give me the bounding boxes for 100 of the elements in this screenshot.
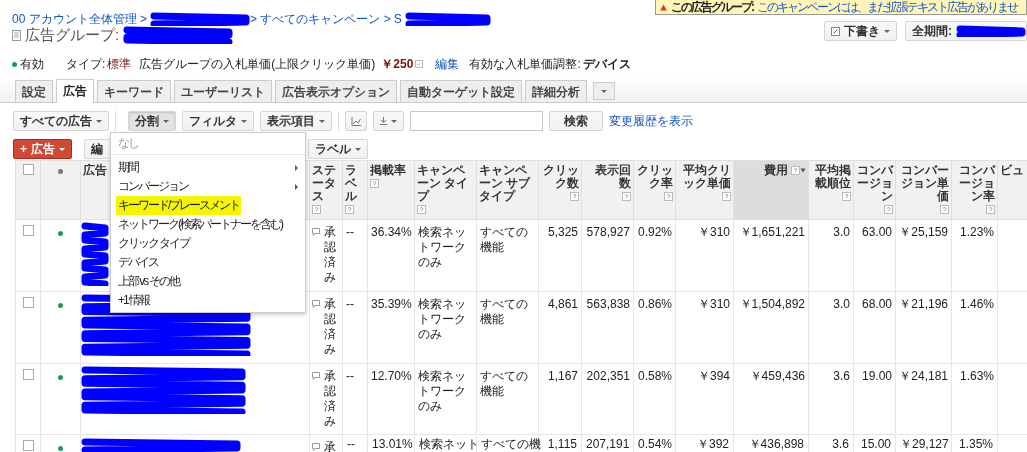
menu-item[interactable]: クリック タイプ: [111, 234, 305, 253]
breadcrumb-link[interactable]: 00 アカウント全体管理 >: [12, 12, 148, 26]
tab[interactable]: 自動ターゲット設定: [400, 80, 522, 102]
column-header[interactable]: 費用: [763, 164, 788, 177]
tab[interactable]: ユーザーリスト: [174, 80, 272, 102]
table-cell: ￥24,181: [899, 369, 948, 383]
select-all-checkbox[interactable]: [22, 164, 34, 175]
table-cell: ￥392: [696, 437, 729, 451]
menu-item[interactable]: 上部 vs その他: [111, 272, 305, 291]
table-cell: すべての機能: [480, 369, 528, 398]
add-ad-button[interactable]: + 広告: [13, 139, 72, 159]
edit-link[interactable]: 編集: [435, 57, 460, 71]
table-cell: 5,325: [547, 225, 578, 239]
dropdown-button[interactable]: すべての広告: [13, 111, 109, 131]
menu-item[interactable]: コンバージョン: [111, 177, 305, 196]
menu-item[interactable]: 期間: [111, 158, 305, 177]
draft-button[interactable]: 下書き: [824, 21, 897, 41]
row-checkbox[interactable]: [22, 225, 34, 236]
table-cell: ￥21,196: [899, 297, 948, 311]
tab[interactable]: 詳細分析: [525, 80, 587, 102]
dropdown-button[interactable]: 表示項目: [260, 111, 332, 131]
status-text: 承: [324, 440, 336, 452]
comment-icon: [312, 443, 320, 451]
dropdown-button[interactable]: フィルタ: [182, 111, 254, 131]
page-title: 広告グループ:: [25, 26, 120, 44]
table-cell: ￥310: [697, 297, 730, 311]
status-text: 承認済み: [324, 225, 337, 285]
table-cell: 1.63%: [959, 369, 994, 383]
row-checkbox[interactable]: [22, 369, 34, 380]
column-header[interactable]: 広告: [83, 164, 107, 176]
type-label: タイプ:: [66, 57, 106, 71]
tab[interactable]: 設定: [15, 80, 53, 102]
submenu-arrow-icon: [295, 164, 298, 171]
table-cell: 13.01%: [372, 437, 413, 451]
tab[interactable]: キーワード: [97, 80, 171, 102]
table-cell: 1.35%: [958, 437, 993, 451]
search-field[interactable]: [410, 111, 543, 131]
help-icon: [417, 205, 426, 215]
table-cell: 3.0: [833, 225, 850, 239]
breadcrumb-link[interactable]: S: [393, 12, 402, 26]
help-icon: [722, 192, 731, 202]
table-cell: 563,838: [586, 297, 630, 311]
table-cell: ￥310: [697, 225, 730, 239]
table-cell: ￥25,159: [899, 225, 948, 239]
comment-icon: [312, 228, 320, 236]
menu-item[interactable]: ネットワーク(検索パートナーを含む): [111, 215, 305, 234]
help-icon: [370, 179, 379, 189]
table-cell: すべての機能: [480, 225, 528, 254]
table-cell: すべての機能: [480, 297, 528, 326]
row-checkbox[interactable]: [22, 440, 34, 451]
table-cell: ￥459,436: [749, 369, 805, 383]
label-button[interactable]: ラベル: [308, 139, 368, 159]
comment-icon: [312, 372, 320, 380]
more-tabs-button[interactable]: [593, 82, 615, 100]
help-icon: [884, 205, 893, 215]
table-cell: --: [346, 369, 354, 383]
table-cell: 202,351: [586, 369, 630, 383]
table-cell: 578,927: [586, 225, 630, 239]
edit-icon: [831, 26, 840, 36]
menu-item[interactable]: デバイス: [111, 253, 305, 272]
notice-text: このキャンペーンには、まだ拡張テキスト広告がありませ: [757, 0, 1017, 14]
chart-button[interactable]: [345, 111, 367, 131]
help-icon: [312, 205, 321, 215]
adjust-label: 有効な入札単価調整:: [469, 57, 581, 71]
table-cell: --: [347, 437, 355, 451]
table-cell: 207,191: [586, 437, 630, 451]
table-cell: --: [346, 225, 354, 239]
bid-value: ￥250: [381, 57, 414, 71]
table-cell: 0.92%: [637, 225, 672, 239]
column-header[interactable]: ビュ: [1000, 164, 1024, 177]
tab[interactable]: 広告: [56, 79, 94, 103]
type-value: 標準: [107, 57, 132, 71]
table-cell: 検索ネット: [419, 437, 479, 451]
column-header[interactable]: 掲載率: [370, 164, 406, 177]
bid-label: 広告グループの入札単価(上限クリック単価): [139, 57, 376, 71]
status-text: 承認済み: [324, 369, 337, 429]
table-cell: 63.00: [861, 225, 892, 239]
help-icon: [622, 192, 631, 202]
help-icon: [345, 205, 354, 215]
search-button[interactable]: 検索: [549, 111, 603, 131]
table-cell: 35.39%: [371, 297, 412, 311]
chart-icon: [351, 116, 361, 126]
history-link[interactable]: 変更履歴を表示: [609, 114, 693, 128]
notice-title: この広告グループ:: [671, 0, 753, 14]
table-cell: 15.00: [860, 437, 891, 451]
table-cell: 19.00: [861, 369, 892, 383]
date-range-button[interactable]: 全期間:: [905, 21, 1027, 41]
tab[interactable]: 広告表示オプション: [275, 80, 397, 102]
table-cell: 3.6: [833, 369, 850, 383]
table-cell: 0.58%: [637, 369, 672, 383]
table-cell: ￥29,127: [900, 437, 949, 451]
adjust-value: デバイス: [582, 57, 631, 71]
download-button[interactable]: [373, 111, 404, 131]
help-icon: [791, 166, 800, 176]
breadcrumb-link[interactable]: > すべてのキャンペーン >: [250, 12, 391, 26]
dropdown-button[interactable]: 分割: [128, 111, 176, 131]
redaction-mark: [956, 25, 1026, 37]
row-checkbox[interactable]: [22, 297, 34, 308]
comment-icon: [312, 300, 320, 308]
document-icon: [12, 29, 21, 41]
